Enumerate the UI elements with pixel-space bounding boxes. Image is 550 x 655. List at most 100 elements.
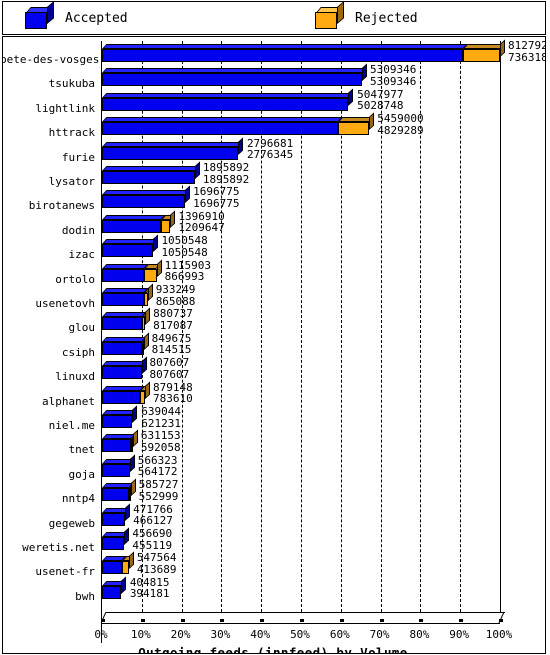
bar-segment-accepted (102, 117, 343, 136)
value-labels: 807607 807607 (150, 357, 190, 380)
value-total: 5459000 (377, 112, 424, 126)
value-accepted: 621231 (141, 416, 182, 430)
bar-3d (102, 429, 138, 453)
bar-3d (102, 356, 147, 380)
value-labels: 5047977 5028748 (357, 89, 403, 112)
bar-3d (102, 185, 191, 209)
value-accepted: 413689 (136, 562, 177, 576)
bar-row: lightlink 5047977 5028748 (3, 88, 543, 115)
category-label: goja (68, 467, 96, 481)
bar-segment-accepted (102, 234, 159, 258)
bar-segment-rejected (141, 332, 149, 355)
bar-segment-accepted (102, 44, 468, 62)
value-labels: 1396910 1209647 (178, 211, 224, 234)
value-labels: 404815 394181 (130, 577, 170, 600)
category-label: alphanet (42, 394, 95, 408)
bar-3d (102, 112, 375, 136)
x-tick-label-90: 90% (449, 628, 470, 641)
bar-segment-accepted (102, 161, 200, 184)
bar-segment-accepted (102, 454, 135, 477)
bar-segment-accepted (102, 288, 149, 306)
bar-segment-rejected (140, 381, 151, 404)
bar-segment-accepted (102, 312, 147, 331)
value-accepted: 394181 (129, 587, 170, 601)
bar-row: goja 566323 564172 (3, 454, 543, 481)
value-total: 8127922 (508, 39, 545, 52)
x-tick-40 (260, 619, 265, 622)
bar-3d (102, 527, 130, 550)
value-labels: 585727 552999 (139, 479, 179, 502)
bar-segment-rejected (161, 210, 176, 233)
bar-segment-rejected (338, 112, 375, 136)
bar-segment-accepted (102, 405, 138, 428)
value-total: 456690 (132, 527, 173, 540)
x-axis-base (101, 612, 505, 624)
bar-row: izac 1050548 1050548 (3, 234, 543, 262)
value-total: 639044 (141, 405, 182, 418)
value-accepted: 1209647 (178, 221, 225, 235)
x-tick-label-70: 70% (369, 628, 390, 641)
value-labels: 81279227363188 (508, 39, 545, 63)
x-tick-10 (140, 619, 145, 622)
bar-segment-rejected (144, 259, 162, 282)
bar-3d (102, 63, 367, 87)
category-label: bete-des-vosges (2, 53, 100, 66)
bar-segment-accepted (102, 356, 147, 380)
value-accepted: 783610 (153, 392, 193, 406)
value-labels: 880737 817087 (153, 308, 193, 331)
category-label: furie (61, 150, 95, 164)
value-labels: 639044 621231 (141, 406, 181, 429)
bar-row: csiph 849675 814515 (3, 332, 543, 359)
x-tick-0 (101, 619, 105, 622)
value-accepted: 552999 (138, 489, 179, 503)
x-tick-label-10: 10% (130, 628, 151, 641)
chart-screenshot: Accepted Rejected bete-des-vosges 8127922… (0, 0, 550, 655)
bar-row: glou 880737 817087 (3, 307, 543, 334)
legend-entry-accepted: Accepted (25, 1, 128, 34)
value-total: 807607 (149, 356, 190, 370)
bar-segment-accepted (102, 63, 367, 87)
x-tick-50 (300, 619, 304, 622)
bar-row: alphanet 879148 783610 (3, 381, 543, 408)
bar-row: ortolo 1115903 866993 (3, 259, 543, 286)
bar-segment-accepted (102, 88, 354, 111)
bar-segment-rejected (462, 39, 505, 62)
legend-entry-rejected: Rejected (315, 1, 418, 34)
category-label: linuxd (55, 370, 95, 384)
value-accepted: 2776345 (246, 148, 294, 162)
value-labels: 547564 413689 (137, 552, 177, 575)
bar-3d (102, 307, 151, 331)
bar-segment-accepted (102, 214, 166, 233)
bar-3d (102, 454, 135, 477)
bar-segment-accepted (102, 263, 149, 282)
bar-row: weretis.net 456690 455119 (3, 527, 543, 554)
bar-3d (102, 405, 138, 428)
bar-row: birotanews 1696775 1696775 (3, 185, 543, 212)
category-label: weretis.net (22, 541, 95, 554)
value-labels: 456690 455119 (132, 528, 172, 551)
value-accepted: 564172 (137, 465, 178, 479)
bar-3d (102, 503, 130, 526)
x-tick-70 (379, 619, 384, 622)
category-label: ortolo (55, 272, 95, 286)
bar-segment-accepted (102, 434, 136, 453)
bar-3d (102, 551, 134, 575)
bar-row: usenetovh 933249 865088 (3, 283, 543, 310)
value-accepted: 1050548 (161, 245, 208, 259)
category-label: lysator (48, 175, 95, 188)
bar-row: gegeweb 471766 466127 (3, 503, 543, 530)
chart-area: bete-des-vosges 81279227363188 tsukuba 5309… (2, 36, 546, 654)
value-accepted: 466127 (133, 514, 173, 528)
x-tick-30 (220, 619, 225, 622)
x-tick-80 (419, 619, 424, 622)
legend-label-accepted: Accepted (65, 10, 128, 26)
x-tick-label-60: 60% (329, 628, 350, 641)
bar-3d (102, 88, 354, 111)
category-label: usenet-fr (35, 565, 95, 579)
category-label: izac (68, 248, 96, 262)
x-tick-label-40: 40% (250, 628, 271, 641)
value-accepted: 592058 (140, 440, 181, 454)
bar-3d (102, 283, 153, 306)
value-labels: 5459000 4829289 (377, 113, 423, 136)
category-label: usenetovh (35, 297, 95, 310)
